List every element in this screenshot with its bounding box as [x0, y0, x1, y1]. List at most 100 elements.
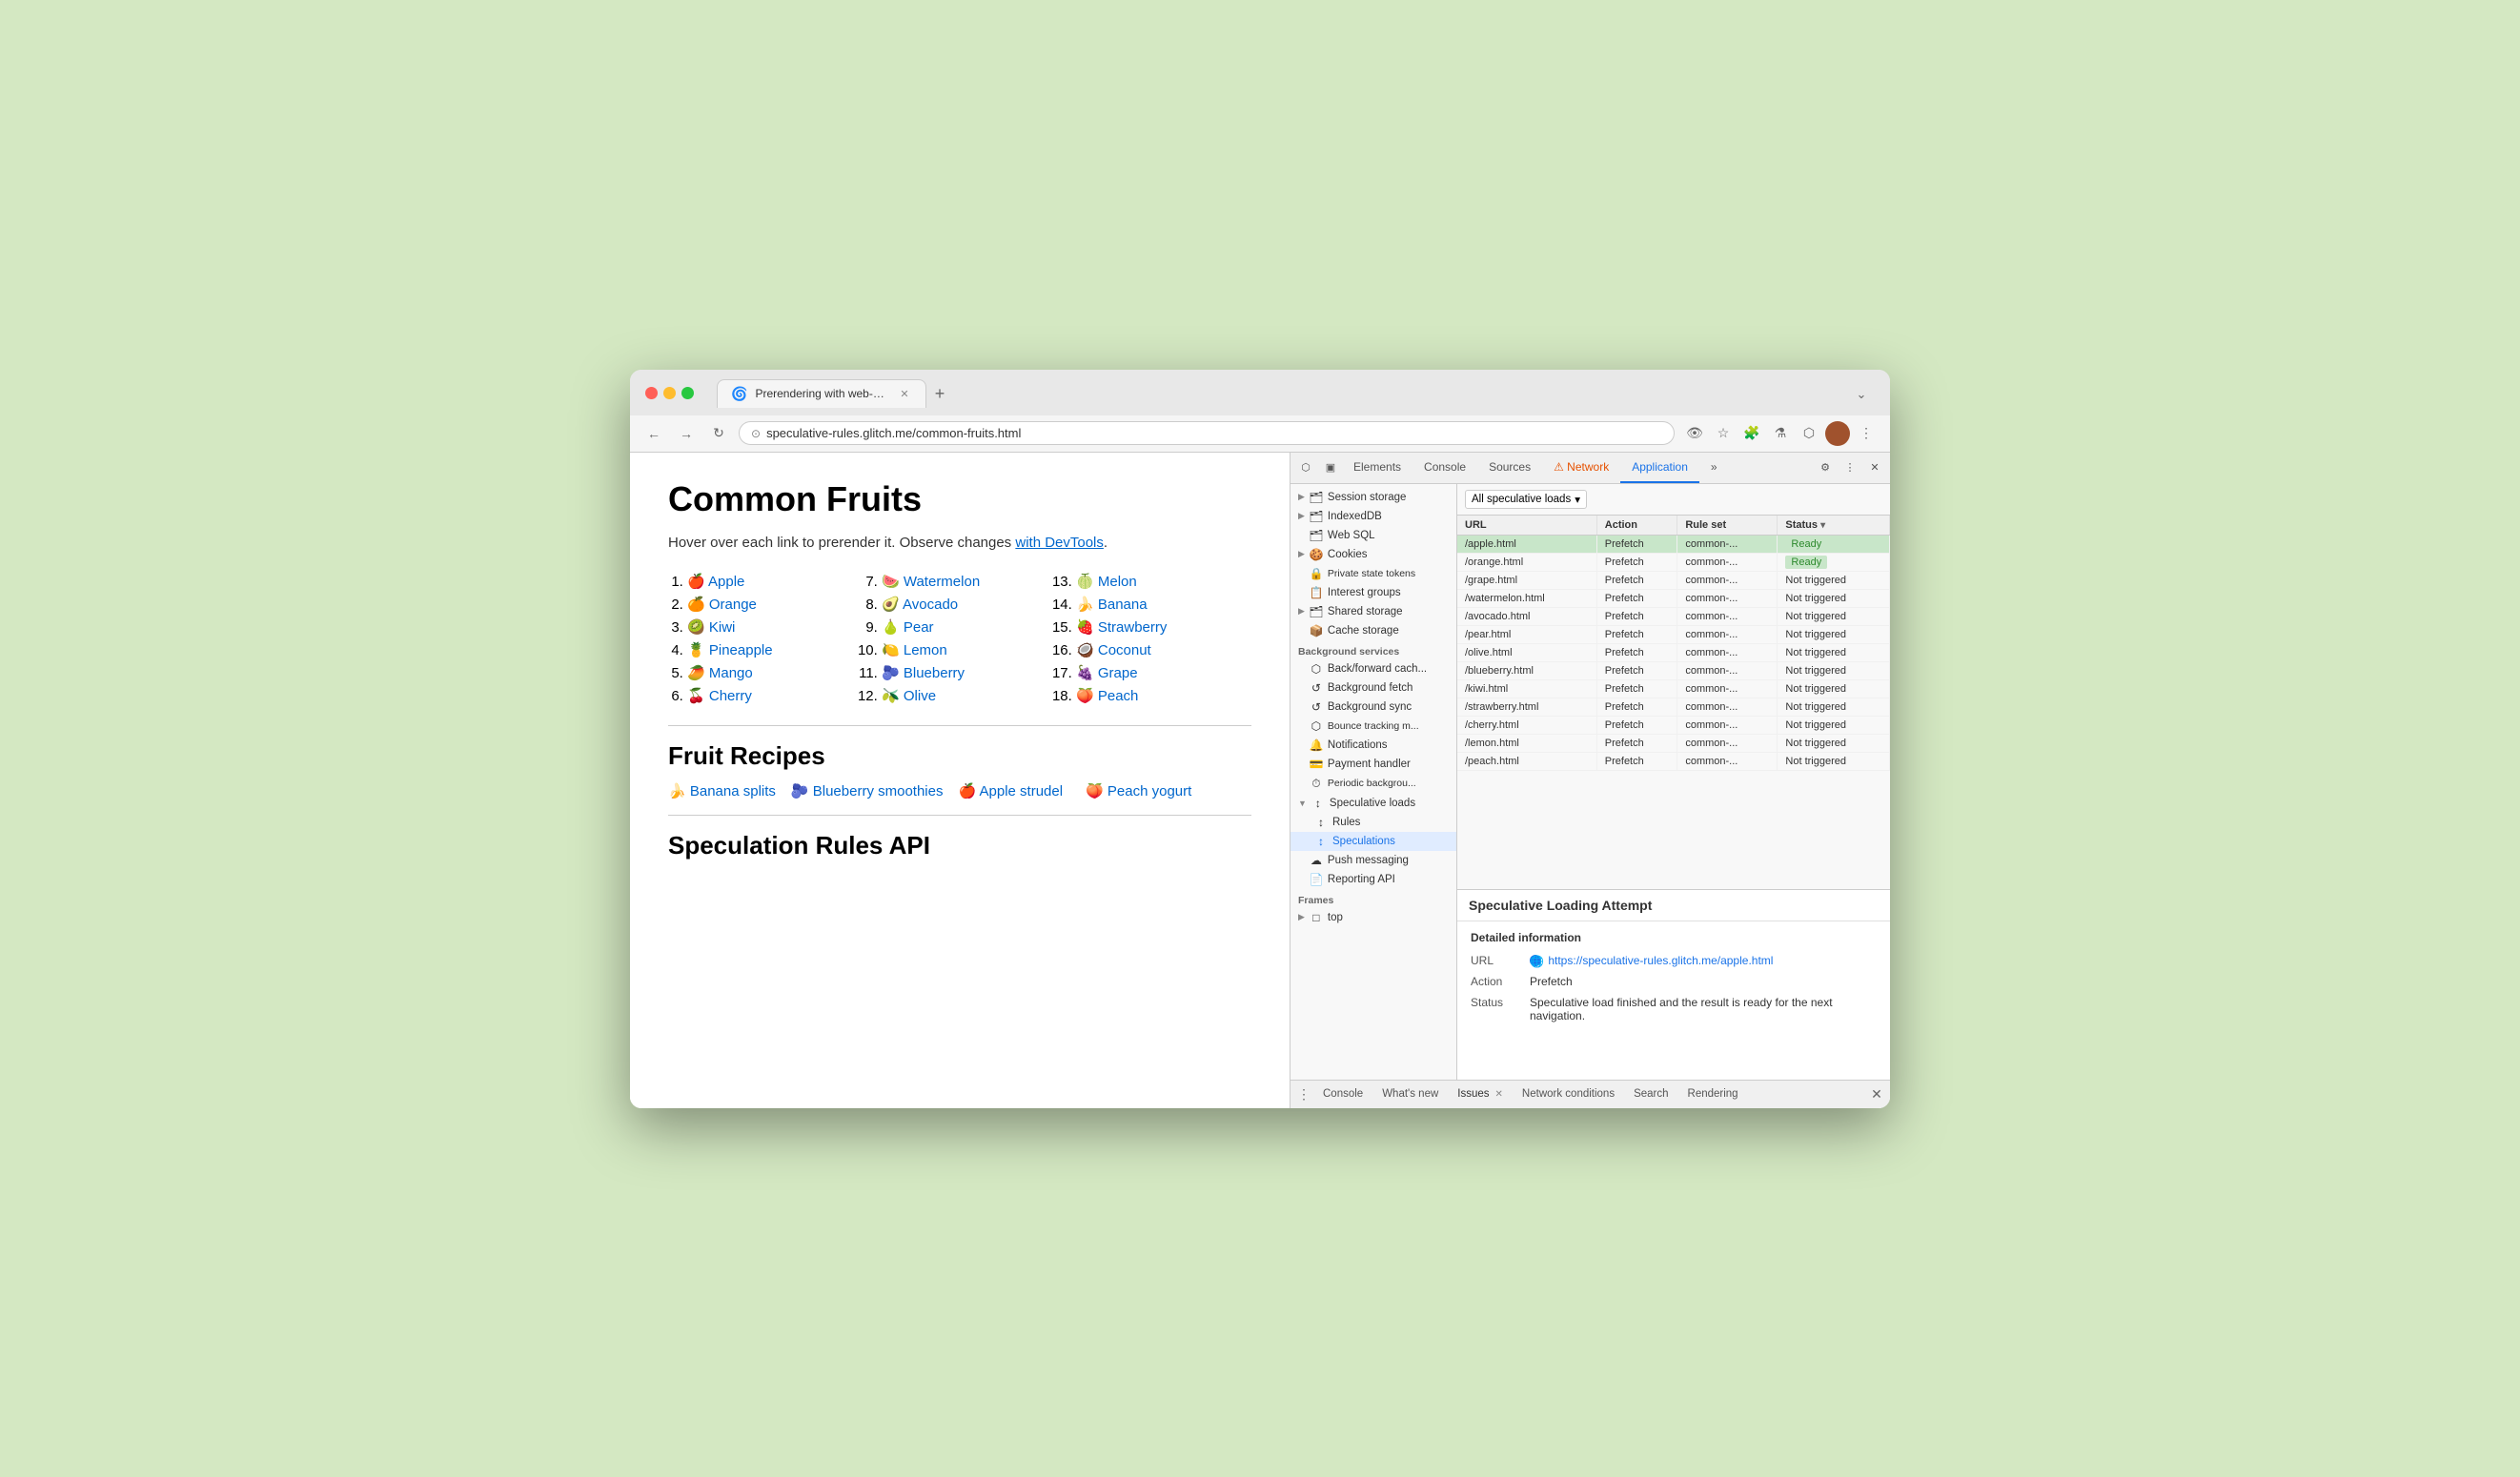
sidebar-private-state-tokens[interactable]: ▶ 🔒 Private state tokens	[1290, 564, 1456, 583]
fruit-link[interactable]: Apple	[708, 574, 744, 590]
bottom-tab-search[interactable]: Search	[1624, 1084, 1677, 1103]
fruit-link[interactable]: Mango	[709, 665, 753, 681]
sidebar-notifications[interactable]: ▶ 🔔 Notifications	[1290, 736, 1456, 755]
fruit-link[interactable]: Olive	[904, 688, 936, 704]
settings-icon[interactable]: ⚙	[1814, 456, 1837, 479]
fruit-link[interactable]: Cherry	[709, 688, 752, 704]
devtools-link[interactable]: with DevTools	[1015, 535, 1104, 551]
sidebar-rules[interactable]: ↕ Rules	[1290, 813, 1456, 832]
new-tab-button[interactable]: +	[926, 381, 953, 408]
recipe-link[interactable]: 🍌 Banana splits	[668, 782, 776, 799]
tab-application[interactable]: Application	[1620, 453, 1699, 483]
devtools-more-icon[interactable]: ⋮	[1839, 456, 1861, 479]
fruit-link[interactable]: Strawberry	[1098, 619, 1168, 636]
table-row[interactable]: /olive.htmlPrefetchcommon-...Not trigger…	[1457, 643, 1890, 661]
tab-close-icon[interactable]: ✕	[897, 386, 912, 401]
sidebar-background-sync[interactable]: ▶ ↺ Background sync	[1290, 698, 1456, 717]
labs-icon[interactable]: ⚗	[1768, 421, 1793, 446]
fruit-link[interactable]: Orange	[709, 597, 757, 613]
sidebar-speculative-loads[interactable]: ▼ ↕ Speculative loads	[1290, 794, 1456, 813]
bottom-bar-close-icon[interactable]: ✕	[1867, 1084, 1886, 1103]
fruit-link[interactable]: Grape	[1098, 665, 1138, 681]
table-row[interactable]: /blueberry.htmlPrefetchcommon-...Not tri…	[1457, 661, 1890, 679]
sidebar-periodic-background[interactable]: ▶ ⏱ Periodic backgrou...	[1290, 774, 1456, 794]
browser-tab[interactable]: 🌀 Prerendering with web-vitals... ✕	[717, 379, 926, 408]
fruit-link[interactable]: Pear	[904, 619, 934, 636]
fruit-link[interactable]: Banana	[1098, 597, 1148, 613]
fruit-link[interactable]: Melon	[1098, 574, 1137, 590]
bottom-tab-rendering[interactable]: Rendering	[1678, 1084, 1748, 1103]
sidebar-cookies[interactable]: ▶ 🍪 Cookies	[1290, 545, 1456, 564]
fruit-link[interactable]: Blueberry	[904, 665, 965, 681]
more-options-icon[interactable]: ⋮	[1854, 421, 1879, 446]
refresh-button[interactable]: ↻	[706, 421, 731, 446]
col-ruleset[interactable]: Rule set	[1677, 516, 1778, 536]
tab-sources[interactable]: Sources	[1477, 453, 1542, 483]
speculative-loads-dropdown[interactable]: All speculative loads ▾	[1465, 490, 1587, 509]
sidebar-back-forward-cache[interactable]: ▶ ⬡ Back/forward cach...	[1290, 659, 1456, 678]
sidebar-indexeddb[interactable]: ▶ 🗂 IndexedDB	[1290, 507, 1456, 526]
close-button[interactable]	[645, 387, 658, 399]
table-row[interactable]: /kiwi.htmlPrefetchcommon-...Not triggere…	[1457, 679, 1890, 698]
recipe-link[interactable]: 🫐 Blueberry smoothies	[791, 782, 944, 799]
table-row[interactable]: /strawberry.htmlPrefetchcommon-...Not tr…	[1457, 698, 1890, 716]
issues-close-icon[interactable]: ✕	[1495, 1089, 1503, 1100]
inspect-icon[interactable]: ⬡	[1294, 456, 1317, 479]
back-button[interactable]: ←	[641, 421, 666, 446]
fruit-link[interactable]: Watermelon	[904, 574, 980, 590]
bookmark-icon[interactable]: ☆	[1711, 421, 1736, 446]
bottom-tab-console[interactable]: Console	[1313, 1084, 1372, 1103]
fruit-link[interactable]: Avocado	[903, 597, 958, 613]
tab-elements[interactable]: Elements	[1342, 453, 1412, 483]
fruit-link[interactable]: Coconut	[1098, 642, 1151, 658]
sidebar-payment-handler[interactable]: ▶ 💳 Payment handler	[1290, 755, 1456, 774]
table-row[interactable]: /apple.htmlPrefetchcommon-...Ready	[1457, 535, 1890, 553]
sidebar-interest-groups[interactable]: ▶ 📋 Interest groups	[1290, 583, 1456, 602]
tab-console[interactable]: Console	[1412, 453, 1477, 483]
forward-button[interactable]: →	[674, 421, 699, 446]
table-row[interactable]: /grape.htmlPrefetchcommon-...Not trigger…	[1457, 571, 1890, 589]
sidebar-shared-storage[interactable]: ▶ 🗂 Shared storage	[1290, 602, 1456, 621]
table-row[interactable]: /watermelon.htmlPrefetchcommon-...Not tr…	[1457, 589, 1890, 607]
sidebar-websql[interactable]: ▶ 🗂 Web SQL	[1290, 526, 1456, 545]
sidebar-push-messaging[interactable]: ▶ ☁ Push messaging	[1290, 851, 1456, 870]
extension-icon[interactable]: 🧩	[1739, 421, 1764, 446]
device-icon[interactable]: ▣	[1319, 456, 1342, 479]
sidebar-cache-storage[interactable]: ▶ 📦 Cache storage	[1290, 621, 1456, 640]
col-status[interactable]: Status ▾	[1778, 516, 1890, 536]
minimize-button[interactable]	[663, 387, 676, 399]
tab-network[interactable]: ⚠ Network	[1542, 453, 1620, 483]
fruit-link[interactable]: Peach	[1098, 688, 1139, 704]
bottom-tab-issues[interactable]: Issues ✕	[1448, 1084, 1513, 1103]
fruit-link[interactable]: Kiwi	[709, 619, 736, 636]
col-action[interactable]: Action	[1596, 516, 1677, 536]
fruit-link[interactable]: Lemon	[904, 642, 947, 658]
bottom-tab-network-conditions[interactable]: Network conditions	[1513, 1084, 1624, 1103]
table-row[interactable]: /lemon.htmlPrefetchcommon-...Not trigger…	[1457, 734, 1890, 752]
sidebar-background-fetch[interactable]: ▶ ↺ Background fetch	[1290, 678, 1456, 698]
sidebar-bounce-tracking[interactable]: ▶ ⬡ Bounce tracking m...	[1290, 717, 1456, 736]
recipe-link[interactable]: 🍑 Peach yogurt	[1086, 782, 1191, 799]
table-row[interactable]: /orange.htmlPrefetchcommon-...Ready	[1457, 553, 1890, 571]
detail-url-link[interactable]: https://speculative-rules.glitch.me/appl…	[1548, 954, 1773, 967]
sidebar-reporting-api[interactable]: ▶ 📄 Reporting API	[1290, 870, 1456, 889]
table-row[interactable]: /pear.htmlPrefetchcommon-...Not triggere…	[1457, 625, 1890, 643]
sidebar-frames-top[interactable]: ▶ □ top	[1290, 908, 1456, 927]
split-view-icon[interactable]: ⬡	[1797, 421, 1821, 446]
devtools-close-icon[interactable]: ✕	[1863, 456, 1886, 479]
col-url[interactable]: URL	[1457, 516, 1596, 536]
tab-dropdown-icon[interactable]: ⌄	[1848, 381, 1875, 408]
table-row[interactable]: /cherry.htmlPrefetchcommon-...Not trigge…	[1457, 716, 1890, 734]
sidebar-session-storage[interactable]: ▶ 🗂 Session storage	[1290, 488, 1456, 507]
tab-more[interactable]: »	[1699, 453, 1729, 483]
profile-avatar[interactable]	[1825, 421, 1850, 446]
url-bar[interactable]: ⊙ speculative-rules.glitch.me/common-fru…	[739, 421, 1675, 445]
fruit-link[interactable]: Pineapple	[709, 642, 773, 658]
recipe-link[interactable]: 🍎 Apple strudel	[958, 782, 1063, 799]
table-row[interactable]: /avocado.htmlPrefetchcommon-...Not trigg…	[1457, 607, 1890, 625]
table-row[interactable]: /peach.htmlPrefetchcommon-...Not trigger…	[1457, 752, 1890, 770]
bottom-bar-menu-icon[interactable]: ⋮	[1294, 1084, 1313, 1103]
bottom-tab-whats-new[interactable]: What's new	[1372, 1084, 1448, 1103]
sidebar-speculations[interactable]: ↕ Speculations	[1290, 832, 1456, 851]
maximize-button[interactable]	[681, 387, 694, 399]
